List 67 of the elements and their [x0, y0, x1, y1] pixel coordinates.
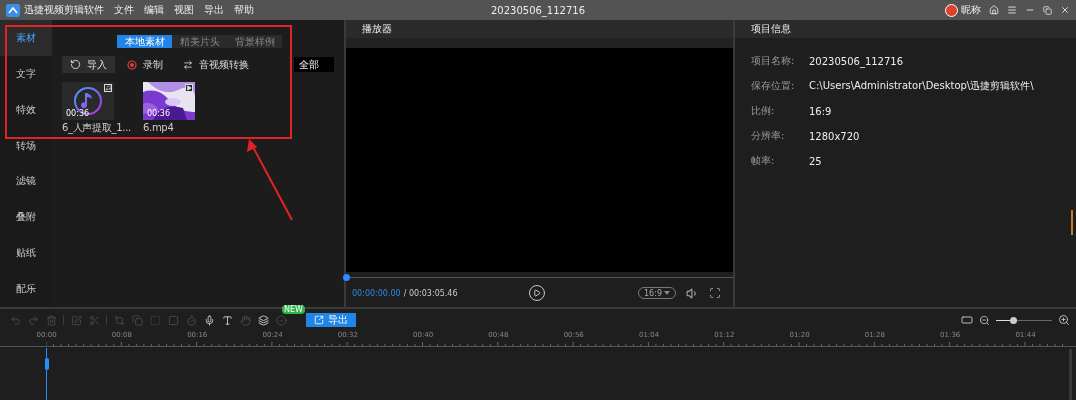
fit-icon[interactable] [961, 314, 973, 326]
field-label: 项目名称: [751, 54, 796, 68]
record-icon [127, 59, 137, 70]
menu-item[interactable]: 导出 [204, 3, 224, 17]
panel-header: 播放器 [346, 20, 733, 38]
field-value: C:\Users\Administrator\Desktop\迅捷剪辑软件\ [809, 79, 1034, 93]
user-name[interactable]: 昵称 [961, 3, 981, 17]
import-button[interactable]: 导入 [62, 56, 115, 73]
media-thumbnail[interactable]: 00:36 [62, 82, 114, 120]
media-thumbnail[interactable]: 00:36 [142, 82, 195, 120]
new-badge: NEW [282, 305, 305, 314]
zoom-out-icon[interactable] [979, 314, 990, 326]
current-time: 00:00:00.00 [352, 288, 401, 298]
sidebar-item[interactable]: 素材 [0, 20, 52, 56]
menu-item[interactable]: 帮助 [234, 3, 254, 17]
window-title: 20230506_112716 [490, 4, 586, 16]
sidebar-item[interactable]: 文字 [0, 55, 52, 92]
music-badge-icon [104, 84, 112, 92]
field-label: 比例: [751, 104, 776, 118]
panel-header: 项目信息 [735, 20, 1076, 38]
menu-item[interactable]: 视图 [174, 3, 194, 17]
field-value: 1280x720 [809, 130, 860, 142]
sidebar-item[interactable]: 叠附 [0, 199, 52, 236]
app-name: 迅捷视频剪辑软件 [24, 3, 104, 17]
circular-arrow-icon [70, 59, 81, 70]
sidebar-item[interactable]: 贴纸 [0, 235, 52, 272]
sidebar-item[interactable]: 转场 [0, 127, 52, 164]
menu-item[interactable]: 编辑 [144, 3, 164, 17]
tab[interactable]: 本地素材 [117, 35, 172, 48]
field-value: 16:9 [809, 105, 832, 117]
avatar-icon[interactable] [945, 3, 958, 17]
restore-icon[interactable] [1043, 5, 1052, 15]
tab[interactable]: 背景样例 [227, 35, 282, 48]
export-button[interactable]: 导出 [306, 313, 356, 327]
record-button[interactable]: 录制 [119, 56, 171, 73]
app-logo-icon [6, 3, 20, 17]
video-badge-icon [184, 84, 193, 92]
field-label: 保存位置: [751, 79, 796, 93]
field-value: 25 [809, 155, 822, 167]
fullscreen-icon[interactable] [709, 287, 721, 299]
zoom-thumb[interactable] [1009, 316, 1017, 324]
field-label: 分辨率: [751, 129, 786, 143]
swap-arrows-icon [183, 59, 193, 70]
home-icon[interactable] [989, 5, 999, 15]
volume-icon[interactable] [686, 286, 699, 300]
field-value: 20230506_112716 [809, 55, 904, 67]
media-name: 6_人声提取_1... [62, 122, 131, 134]
field-label: 帧率: [751, 154, 776, 168]
sidebar-item[interactable]: 滤镜 [0, 163, 52, 200]
total-time: / 00:03:05.46 [403, 288, 458, 298]
menu-icon[interactable] [1007, 5, 1017, 15]
filter-dropdown[interactable]: 全部 [294, 57, 334, 72]
progress-thumb[interactable] [343, 274, 350, 281]
sidebar-item[interactable]: 配乐 [0, 271, 52, 307]
media-name: 6.mp4 [142, 122, 175, 134]
sidebar-item[interactable]: 特效 [0, 91, 52, 128]
close-icon[interactable] [1060, 5, 1070, 15]
play-icon[interactable] [527, 284, 546, 302]
tab[interactable]: 精美片头 [172, 35, 227, 48]
export-icon [314, 315, 324, 325]
convert-button[interactable]: 音视频转换 [175, 56, 257, 73]
caret-icon [664, 291, 670, 295]
zoom-in-icon[interactable] [1058, 314, 1070, 326]
menu-item[interactable]: 文件 [114, 3, 134, 17]
scrollbar-thumb[interactable] [1071, 210, 1073, 235]
duration-label: 00:36 [66, 109, 90, 118]
duration-label: 00:36 [146, 109, 171, 118]
